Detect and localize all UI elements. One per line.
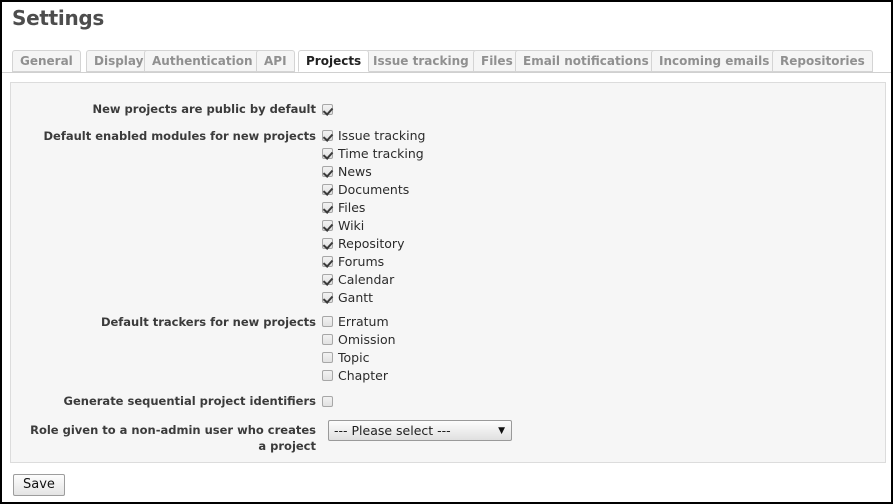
module-item-documents: Documents [322,181,425,199]
checkbox-sequential-identifiers[interactable] [322,396,333,407]
checkbox-new-projects-public[interactable] [322,104,333,115]
module-item-wiki: Wiki [322,217,425,235]
select-non-admin-role[interactable]: --- Please select --- ▼ [328,420,512,441]
checkbox-module-forums[interactable] [322,256,333,267]
field-sequential-identifiers [322,395,333,409]
checkbox-module-documents[interactable] [322,184,333,195]
checkbox-module-wiki[interactable] [322,220,333,231]
checkbox-module-news[interactable] [322,166,333,177]
module-label-calendar[interactable]: Calendar [338,272,394,287]
label-non-admin-role-line2: a project [258,439,316,453]
tab-api[interactable]: API [256,50,295,72]
label-default-enabled-modules: Default enabled modules for new projects [43,129,317,143]
field-non-admin-role: --- Please select --- ▼ [328,420,512,441]
label-non-admin-role-line1: Role given to a non-admin user who creat… [30,423,316,437]
module-label-files[interactable]: Files [338,200,365,215]
tab-projects[interactable]: Projects [298,50,370,72]
tab-incoming-emails[interactable]: Incoming emails [651,50,778,72]
module-item-repository: Repository [322,235,425,253]
tracker-label-omission[interactable]: Omission [338,332,396,347]
tracker-item-topic: Topic [322,349,396,367]
module-item-files: Files [322,199,425,217]
module-label-issue-tracking[interactable]: Issue tracking [338,128,425,143]
checkbox-tracker-erratum[interactable] [322,316,333,327]
select-non-admin-role-value: --- Please select --- [334,423,451,438]
chevron-down-icon: ▼ [498,426,505,436]
checkbox-tracker-omission[interactable] [322,334,333,345]
tab-general[interactable]: General [12,50,81,72]
tracker-label-erratum[interactable]: Erratum [338,314,389,329]
tracker-label-chapter[interactable]: Chapter [338,368,388,383]
module-item-issue-tracking: Issue tracking [322,127,425,145]
tab-display[interactable]: Display [86,50,152,72]
tab-authentication[interactable]: Authentication [144,50,261,72]
module-label-documents[interactable]: Documents [338,182,409,197]
checkbox-module-gantt[interactable] [322,292,333,303]
field-new-projects-public [322,103,333,117]
module-label-news[interactable]: News [338,164,372,179]
tab-files[interactable]: Files [473,50,521,72]
module-label-wiki[interactable]: Wiki [338,218,364,233]
page-title: Settings [12,6,105,30]
module-label-time-tracking[interactable]: Time tracking [338,146,424,161]
module-label-forums[interactable]: Forums [338,254,384,269]
checkbox-tracker-topic[interactable] [322,352,333,363]
save-button[interactable]: Save [13,474,65,496]
label-default-trackers: Default trackers for new projects [100,315,316,329]
field-default-enabled-modules: Issue tracking Time tracking News Docume… [322,127,425,307]
tab-repositories[interactable]: Repositories [772,50,873,72]
tracker-label-topic[interactable]: Topic [338,350,369,365]
tab-email-notifications[interactable]: Email notifications [515,50,657,72]
label-non-admin-role: Role given to a non-admin user who creat… [11,422,316,454]
checkbox-module-repository[interactable] [322,238,333,249]
browser-viewport: Settings General Display Authentication … [0,0,893,504]
checkbox-module-calendar[interactable] [322,274,333,285]
module-item-news: News [322,163,425,181]
field-default-trackers: Erratum Omission Topic Chapter [322,313,396,385]
module-item-forums: Forums [322,253,425,271]
label-new-projects-public: New projects are public by default [92,102,316,116]
tab-issue-tracking[interactable]: Issue tracking [365,50,477,72]
tracker-item-chapter: Chapter [322,367,396,385]
tracker-item-omission: Omission [322,331,396,349]
module-item-time-tracking: Time tracking [322,145,425,163]
checkbox-tracker-chapter[interactable] [322,370,333,381]
module-item-gantt: Gantt [322,289,425,307]
checkbox-module-issue-tracking[interactable] [322,130,333,141]
module-item-calendar: Calendar [322,271,425,289]
module-label-gantt[interactable]: Gantt [338,290,373,305]
projects-settings-panel: New projects are public by default Defau… [10,82,886,463]
checkbox-module-time-tracking[interactable] [322,148,333,159]
tracker-item-erratum: Erratum [322,313,396,331]
label-sequential-identifiers: Generate sequential project identifiers [63,394,316,408]
module-label-repository[interactable]: Repository [338,236,404,251]
settings-tab-bar: General Display Authentication API Proje… [2,50,891,73]
checkbox-module-files[interactable] [322,202,333,213]
